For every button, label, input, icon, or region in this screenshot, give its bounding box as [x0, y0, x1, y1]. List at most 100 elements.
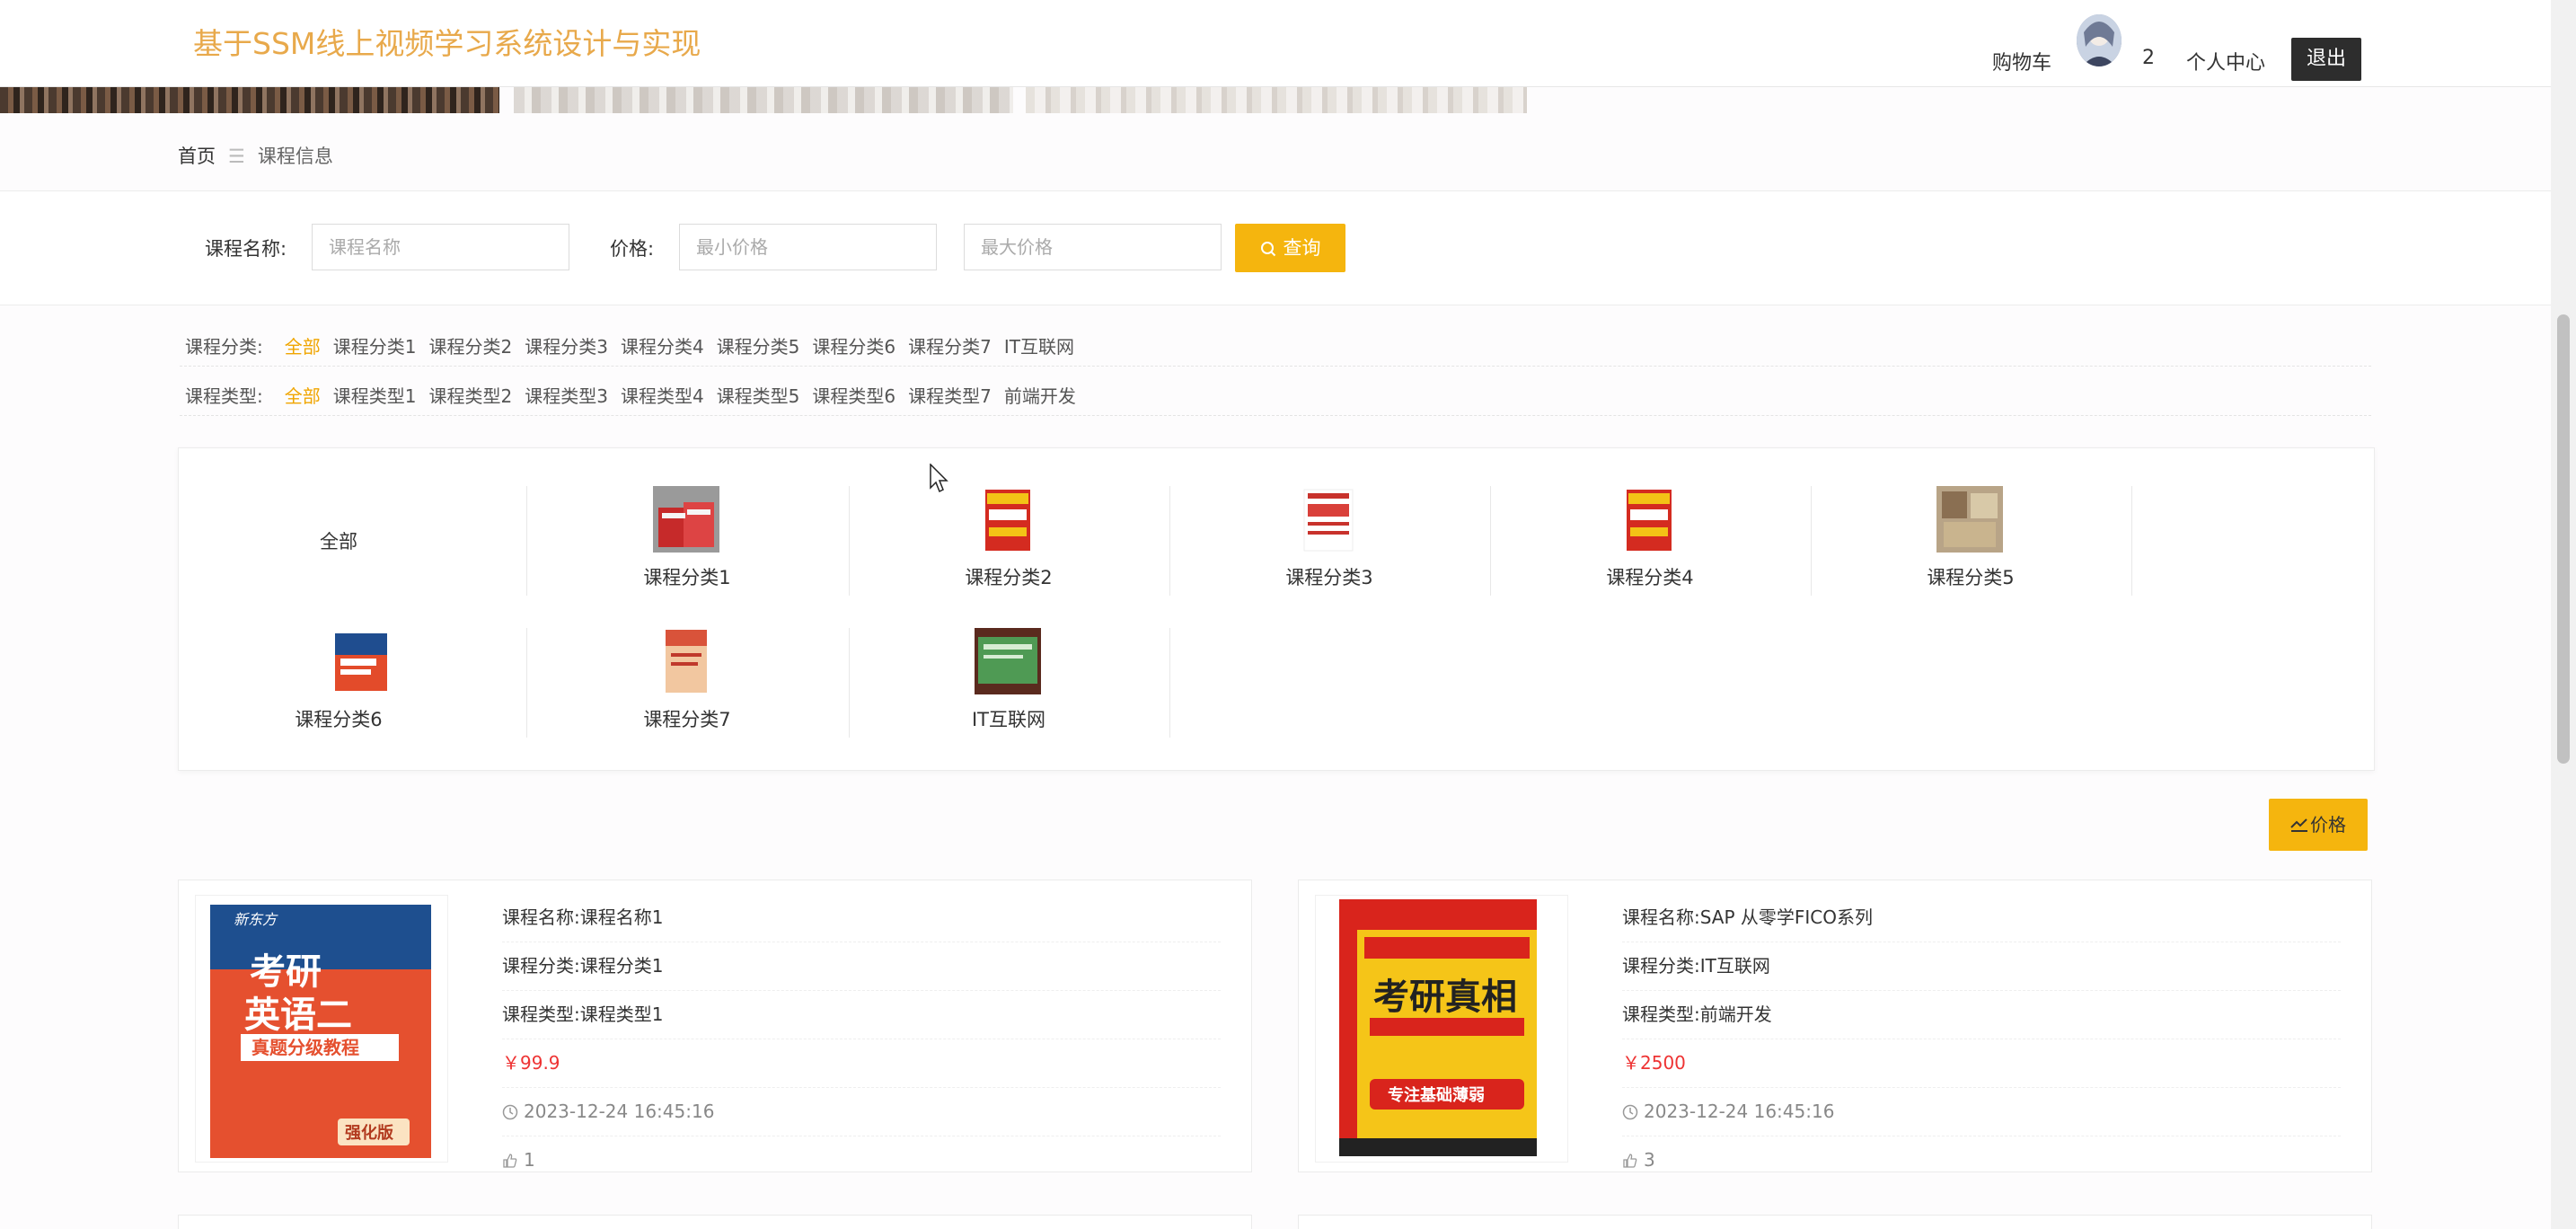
site-title[interactable]: 基于SSM线上视频学习系统设计与实现 — [193, 20, 701, 63]
svg-text:新东方: 新东方 — [234, 912, 278, 928]
category-image — [975, 628, 1041, 694]
category-filter-option[interactable]: 课程分类3 — [525, 336, 608, 358]
course-likes-count: 1 — [524, 1149, 535, 1171]
banner-image-1 — [0, 86, 499, 113]
category-card-1[interactable]: 课程分类1 — [527, 486, 847, 628]
category-image — [1936, 486, 2003, 553]
banner-image-3 — [1026, 86, 1527, 113]
logout-button[interactable]: 退出 — [2291, 38, 2361, 81]
course-name: 课程名称:课程名称1 — [502, 893, 1221, 942]
course-category: 课程分类:IT互联网 — [1622, 942, 2341, 991]
category-card-label: 课程分类1 — [643, 567, 731, 588]
course-type: 课程类型:课程类型1 — [502, 990, 1221, 1039]
category-image — [653, 628, 719, 694]
category-panel: 全部 课程分类1 课程分类2 课程分类3 课程分类4 课程分类5 课程分类6 课… — [178, 447, 2375, 771]
category-card-3[interactable]: 课程分类3 — [1169, 486, 1489, 628]
max-price-input[interactable]: 最大价格 — [964, 224, 1222, 270]
category-card-label: 全部 — [320, 531, 357, 553]
category-filter-option[interactable]: 课程分类7 — [908, 336, 992, 358]
clock-icon — [1622, 1104, 1638, 1120]
divider — [180, 366, 2371, 367]
type-filter-option[interactable]: 课程类型3 — [525, 385, 608, 407]
category-image — [1616, 486, 1682, 553]
category-filter-option[interactable]: 课程分类1 — [333, 336, 417, 358]
category-filter-option[interactable]: IT互联网 — [1004, 336, 1074, 358]
category-card-label: 课程分类4 — [1606, 567, 1694, 588]
course-card[interactable]: 考研真相 专注基础薄弱 课程名称:SAP 从零学FICO系列 课程分类:IT互联… — [1298, 880, 2372, 1172]
price-sort-button[interactable]: 价格 — [2269, 799, 2368, 851]
course-time: 2023-12-24 16:45:16 — [1622, 1087, 2341, 1136]
divider — [180, 415, 2371, 416]
course-likes: 3 — [1622, 1136, 2341, 1172]
type-filter-option[interactable]: 课程类型4 — [621, 385, 704, 407]
query-button-label: 查询 — [1283, 237, 1321, 259]
scrollbar[interactable] — [2551, 0, 2576, 1229]
course-time-text: 2023-12-24 16:45:16 — [1644, 1101, 1835, 1122]
thumb-up-icon — [1623, 1154, 1637, 1168]
course-card[interactable] — [178, 1215, 1252, 1229]
course-name-input[interactable]: 课程名称 — [312, 224, 569, 270]
clock-icon — [502, 1104, 518, 1120]
type-filter: 课程类型: 全部 课程类型1 课程类型2 课程类型3 课程类型4 课程类型5 课程类型6 课程类… — [185, 382, 1089, 408]
course-name-label: 课程名称: — [205, 238, 287, 260]
category-filter-option[interactable]: 全部 — [285, 336, 321, 358]
category-filter-option[interactable]: 课程分类6 — [812, 336, 895, 358]
course-cover-image: 新东方 考研 英语二 真题分级教程 强化版 — [196, 896, 447, 1162]
category-card-5[interactable]: 课程分类5 — [1811, 486, 2130, 628]
query-button[interactable]: 查询 — [1235, 224, 1345, 272]
cover-badge: 强化版 — [345, 1123, 393, 1143]
course-likes-count: 3 — [1644, 1149, 1655, 1171]
type-filter-option[interactable]: 课程类型5 — [717, 385, 800, 407]
category-card-6[interactable]: 课程分类6 — [179, 628, 498, 770]
mouse-cursor-icon — [930, 464, 948, 493]
thumb-up-icon — [503, 1154, 517, 1168]
banner-image-2 — [514, 86, 1013, 113]
breadcrumb-separator: ☰ — [228, 146, 245, 167]
category-filter: 课程分类: 全部 课程分类1 课程分类2 课程分类3 课程分类4 课程分类5 课程分类6 课程分… — [185, 332, 1087, 358]
type-filter-option[interactable]: 课程类型2 — [428, 385, 512, 407]
avatar[interactable] — [2077, 14, 2122, 66]
category-card-2[interactable]: 课程分类2 — [849, 486, 1169, 628]
user-center-link[interactable]: 个人中心 — [2186, 47, 2265, 75]
scrollbar-thumb[interactable] — [2557, 314, 2570, 764]
type-filter-option[interactable]: 课程类型1 — [333, 385, 417, 407]
course-card[interactable] — [1298, 1215, 2372, 1229]
category-card-7[interactable]: 课程分类7 — [527, 628, 847, 770]
category-image — [1295, 486, 1362, 553]
course-cover[interactable]: 考研真相 专注基础薄弱 — [1315, 895, 1568, 1163]
type-filter-option[interactable]: 全部 — [285, 385, 321, 407]
type-filter-option[interactable]: 课程类型7 — [908, 385, 992, 407]
category-card-label: 课程分类7 — [643, 709, 731, 730]
course-cover-image: 考研真相 专注基础薄弱 — [1316, 896, 1567, 1162]
trend-up-icon — [2290, 818, 2307, 832]
cover-subtitle: 专注基础薄弱 — [1388, 1085, 1485, 1105]
cover-title: 英语二 — [244, 994, 352, 1036]
type-filter-option[interactable]: 前端开发 — [1004, 385, 1076, 407]
price-label: 价格: — [610, 238, 655, 260]
course-time: 2023-12-24 16:45:16 — [502, 1087, 1221, 1136]
category-card-all[interactable]: 全部 — [179, 486, 498, 628]
category-filter-option[interactable]: 课程分类2 — [428, 336, 512, 358]
category-image — [975, 486, 1041, 553]
category-card-it[interactable]: IT互联网 — [849, 628, 1169, 770]
cover-title: 考研真相 — [1373, 977, 1517, 1018]
min-price-input[interactable]: 最小价格 — [679, 224, 937, 270]
course-price: ￥2500 — [1622, 1039, 2341, 1088]
category-card-label: IT互联网 — [971, 709, 1046, 730]
type-filter-option[interactable]: 课程类型6 — [812, 385, 895, 407]
breadcrumb-current: 课程信息 — [257, 146, 333, 167]
category-image — [653, 486, 719, 553]
cart-link[interactable]: 购物车 — [1992, 47, 2051, 75]
course-card[interactable]: 新东方 考研 英语二 真题分级教程 强化版 课程名称:课程名称1 课程分类:课程… — [178, 880, 1252, 1172]
category-filter-option[interactable]: 课程分类5 — [717, 336, 800, 358]
course-category: 课程分类:课程分类1 — [502, 942, 1221, 991]
category-card-4[interactable]: 课程分类4 — [1490, 486, 1810, 628]
category-image — [328, 628, 394, 694]
avatar-count: 2 — [2142, 47, 2155, 69]
course-price: ￥99.9 — [502, 1039, 1221, 1088]
breadcrumb-home[interactable]: 首页 — [178, 146, 216, 167]
course-name: 课程名称:SAP 从零学FICO系列 — [1622, 893, 2341, 942]
course-cover[interactable]: 新东方 考研 英语二 真题分级教程 强化版 — [195, 895, 448, 1163]
price-sort-label: 价格 — [2310, 814, 2346, 836]
category-filter-option[interactable]: 课程分类4 — [621, 336, 704, 358]
